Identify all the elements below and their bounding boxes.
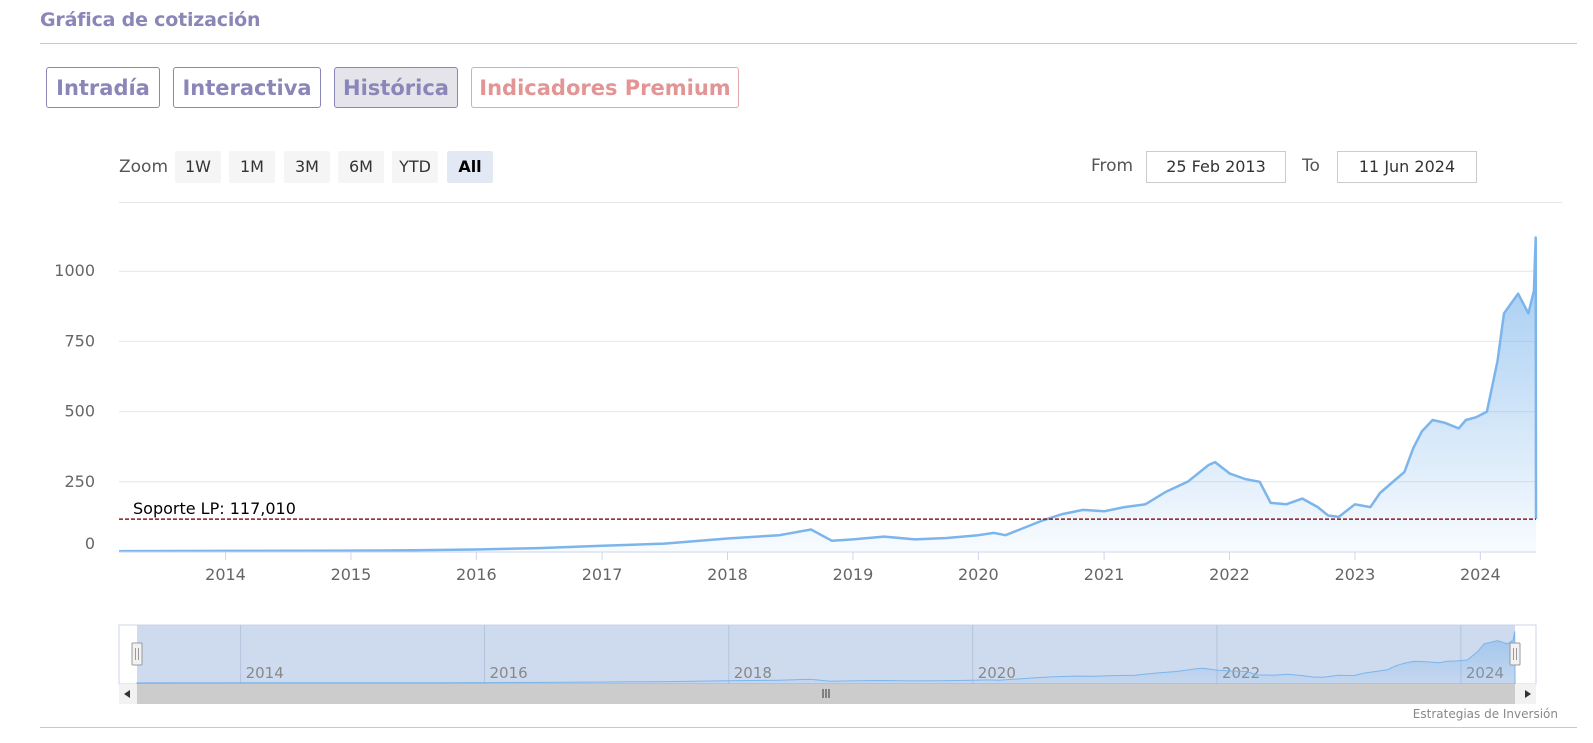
y-tick-label: 500 (64, 402, 95, 421)
y-tick-label: 1000 (54, 261, 95, 280)
credits-text[interactable]: Estrategias de Inversión (1413, 707, 1558, 721)
navigator-left-handle (131, 642, 143, 666)
x-tick-label: 2021 (1084, 565, 1125, 584)
x-tick-label: 2019 (833, 565, 874, 584)
y-tick-label: 250 (64, 472, 95, 491)
x-tick-label: 2024 (1460, 565, 1501, 584)
x-tick-label: 2018 (707, 565, 748, 584)
x-tick-label: 2020 (958, 565, 999, 584)
x-tick-label: 2022 (1209, 565, 1250, 584)
x-tick-label: 2023 (1335, 565, 1376, 584)
x-tick-label: 2017 (582, 565, 623, 584)
x-tick-label: 2014 (205, 565, 246, 584)
support-label: Soporte LP: 117,010 (133, 499, 296, 518)
x-tick-label: 2016 (456, 565, 497, 584)
navigator-tick-label: 2016 (490, 664, 528, 682)
x-tick-label: 2015 (331, 565, 372, 584)
navigator-right-handle (1509, 642, 1521, 666)
price-line (118, 236, 1538, 553)
y-tick-label: 0 (85, 534, 95, 553)
price-chart[interactable]: 0 250 500 750 1000 Soporte LP: 117,010 2014 2… (0, 0, 1593, 743)
y-tick-label: 750 (64, 331, 95, 350)
navigator-mask (137, 625, 1515, 684)
navigator-tick-label: 2014 (246, 664, 284, 682)
bottom-divider (40, 727, 1577, 728)
price-area-fill (119, 237, 1536, 552)
navigator-tick-label: 2018 (734, 664, 772, 682)
